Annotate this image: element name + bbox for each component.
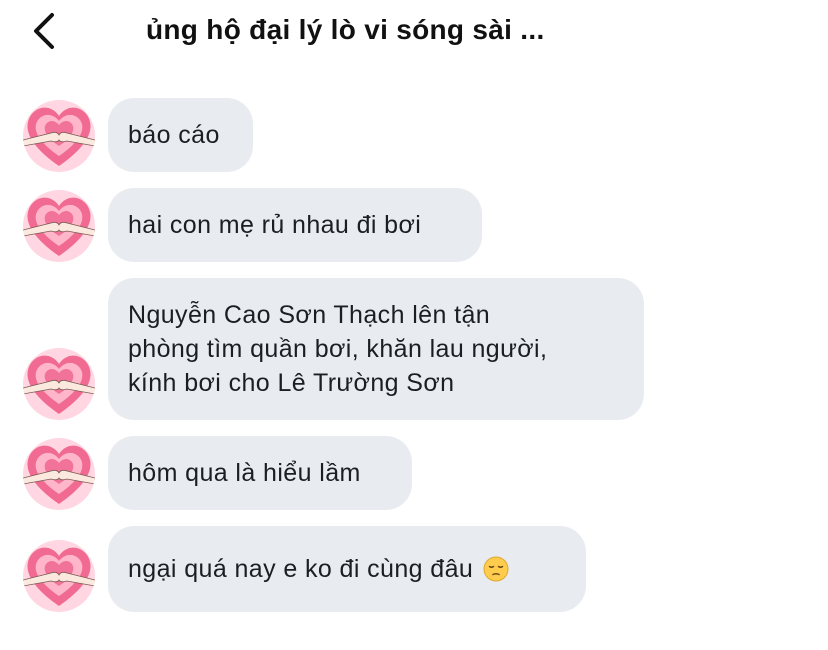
chevron-left-icon — [34, 13, 54, 49]
pensive-face-emoji — [483, 556, 509, 582]
message-bubble[interactable]: Nguyễn Cao Sơn Thạch lên tận phòng tìm q… — [108, 278, 644, 420]
sender-avatar[interactable] — [23, 540, 95, 612]
chat-title[interactable]: ủng hộ đại lý lò vi sóng sài ... — [146, 14, 666, 46]
sender-avatar[interactable] — [23, 190, 95, 262]
message-bubble[interactable]: báo cáo — [108, 98, 253, 172]
heart-hands-icon — [23, 100, 95, 172]
sender-avatar[interactable] — [23, 438, 95, 510]
message-text: báo cáo — [128, 121, 220, 149]
back-button[interactable] — [22, 8, 68, 54]
message-text: hôm qua là hiểu lầm — [128, 459, 361, 487]
message-text: Nguyễn Cao Sơn Thạch lên tận phòng tìm q… — [128, 301, 548, 397]
heart-hands-icon — [23, 438, 95, 510]
message-bubble[interactable]: hai con mẹ rủ nhau đi bơi — [108, 188, 482, 262]
chat-header: ủng hộ đại lý lò vi sóng sài ... — [0, 0, 828, 66]
message-text: hai con mẹ rủ nhau đi bơi — [128, 211, 422, 239]
heart-hands-icon — [23, 190, 95, 262]
message-bubble[interactable]: hôm qua là hiểu lầm — [108, 436, 412, 510]
sender-avatar[interactable] — [23, 348, 95, 420]
heart-hands-icon — [23, 540, 95, 612]
heart-hands-icon — [23, 348, 95, 420]
message-text: ngại quá nay e ko đi cùng đâu — [128, 555, 474, 583]
sender-avatar[interactable] — [23, 100, 95, 172]
message-bubble[interactable]: ngại quá nay e ko đi cùng đâu — [108, 526, 586, 612]
